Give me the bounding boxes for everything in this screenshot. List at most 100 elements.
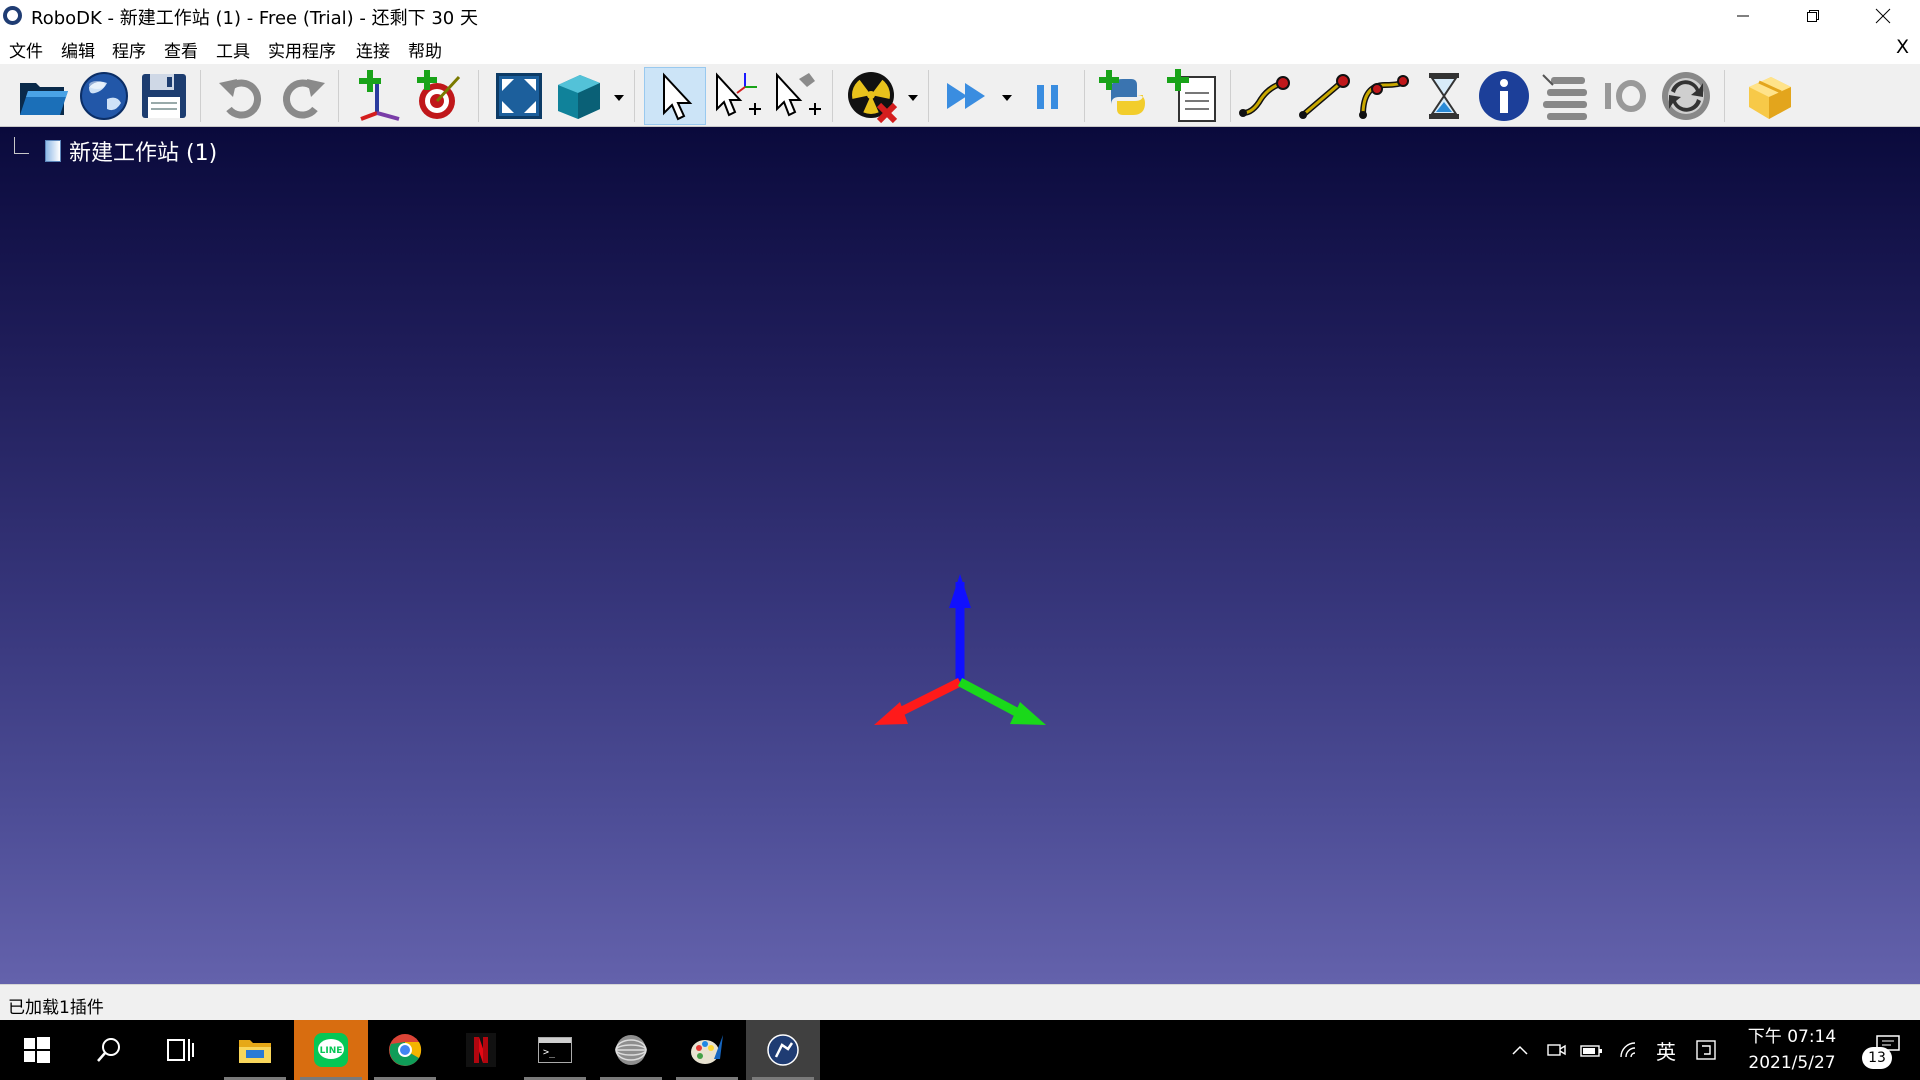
view-dropdown[interactable] — [612, 91, 626, 105]
add-python-program-icon — [1099, 70, 1145, 115]
add-target-icon — [417, 70, 461, 119]
station-tree-root[interactable]: 新建工作站 (1) — [14, 135, 217, 167]
paint-app-icon — [691, 1035, 723, 1064]
move-joint-instruction-button[interactable] — [1236, 68, 1292, 124]
undo-button[interactable] — [214, 68, 270, 124]
close-icon — [1875, 8, 1891, 24]
open-folder-icon — [20, 83, 68, 115]
line-app-icon: LINE — [314, 1033, 348, 1067]
minimize-button[interactable] — [1708, 0, 1778, 32]
fit-all-button[interactable] — [491, 68, 547, 124]
restore-icon — [1807, 10, 1819, 22]
add-target-button[interactable] — [412, 68, 468, 124]
show-hidden-icons-button[interactable] — [1506, 1020, 1534, 1080]
netflix-icon — [466, 1033, 496, 1067]
undo-icon — [219, 79, 262, 119]
taskbar-file-explorer[interactable] — [218, 1020, 292, 1080]
view-cube-button[interactable] — [551, 68, 607, 124]
close-station-button[interactable]: X — [1896, 36, 1909, 58]
menu-view[interactable]: 查看 — [164, 37, 198, 62]
add-python-program-button[interactable] — [1096, 68, 1152, 124]
taskbar-clock[interactable]: 下午 07:14 2021/5/27 — [1722, 1024, 1862, 1076]
move-linear-instruction-icon — [1299, 74, 1350, 119]
pause-instruction-button[interactable] — [1416, 68, 1472, 124]
terminal-icon: >_ — [538, 1037, 572, 1063]
chevron-up-icon — [1512, 1045, 1528, 1055]
menu-file[interactable]: 文件 — [9, 37, 43, 62]
add-reference-frame-icon — [359, 70, 400, 121]
show-message-button[interactable] — [1476, 68, 1532, 124]
menu-program[interactable]: 程序 — [112, 37, 146, 62]
move-tool-button[interactable] — [768, 68, 824, 124]
tray-wifi-button[interactable] — [1616, 1020, 1644, 1080]
taskbar-paint-app[interactable] — [670, 1020, 744, 1080]
collision-check-button[interactable] — [844, 68, 900, 124]
open-button[interactable] — [15, 68, 71, 124]
move-reference-frame-button[interactable] — [708, 68, 764, 124]
fast-simulation-button[interactable] — [940, 68, 996, 124]
taskbar-robodk[interactable] — [746, 1020, 820, 1080]
menu-edit[interactable]: 编辑 — [61, 37, 95, 62]
globe-icon — [80, 72, 128, 120]
file-explorer-icon — [239, 1040, 271, 1063]
menu-help[interactable]: 帮助 — [408, 37, 442, 62]
tray-ime-button[interactable] — [1692, 1020, 1720, 1080]
collision-check-icon — [848, 72, 898, 123]
ime-mode-icon — [1696, 1040, 1716, 1060]
pause-simulation-button[interactable] — [1020, 68, 1076, 124]
set-speed-button[interactable] — [1536, 68, 1592, 124]
reference-axes — [874, 574, 1046, 725]
restore-button[interactable] — [1778, 0, 1848, 32]
robodk-app-icon — [767, 1034, 799, 1066]
library-button[interactable] — [76, 68, 132, 124]
package-icon — [1749, 77, 1791, 119]
menu-connect[interactable]: 连接 — [356, 37, 390, 62]
package-button[interactable] — [1742, 68, 1798, 124]
close-button[interactable] — [1848, 0, 1918, 32]
move-joint-instruction-icon — [1239, 76, 1290, 117]
status-message: 已加载1插件 — [8, 998, 104, 1018]
save-button[interactable] — [136, 68, 192, 124]
window-title: RoboDK - 新建工作站 (1) - Free (Trial) - 还剩下 … — [31, 8, 478, 29]
task-view-button[interactable] — [144, 1020, 218, 1080]
tray-battery-button[interactable] — [1578, 1020, 1606, 1080]
add-program-icon — [1167, 69, 1216, 122]
task-view-icon — [167, 1039, 194, 1061]
menu-utilities[interactable]: 实用程序 — [268, 37, 336, 62]
pause-instruction-icon — [1429, 73, 1459, 119]
station-tree-label: 新建工作站 (1) — [69, 141, 218, 166]
simulation-speed-dropdown[interactable] — [1000, 91, 1014, 105]
tree-branch-line — [14, 136, 29, 154]
collision-dropdown[interactable] — [906, 91, 920, 105]
taskbar-sphere-app[interactable] — [594, 1020, 668, 1080]
move-circular-instruction-button[interactable] — [1356, 68, 1412, 124]
pause-icon — [1037, 85, 1058, 109]
minimize-icon — [1737, 15, 1749, 17]
taskbar-chrome[interactable] — [368, 1020, 442, 1080]
redo-button[interactable] — [274, 68, 330, 124]
taskbar-netflix[interactable] — [444, 1020, 518, 1080]
search-button[interactable] — [72, 1020, 146, 1080]
select-button[interactable] — [644, 67, 706, 125]
y-axis — [957, 678, 1023, 718]
start-button[interactable] — [0, 1020, 74, 1080]
clock-date: 2021/5/27 — [1748, 1053, 1836, 1073]
set-io-button[interactable] — [1596, 68, 1652, 124]
taskbar-line[interactable]: LINE — [294, 1020, 368, 1080]
add-program-button[interactable] — [1164, 68, 1220, 124]
input-language-button[interactable]: 英 — [1650, 1020, 1682, 1080]
program-call-button[interactable] — [1658, 68, 1714, 124]
set-speed-icon — [1542, 74, 1587, 120]
3d-viewport[interactable]: 新建工作站 (1) — [0, 127, 1920, 984]
robodk-app-icon — [3, 6, 22, 25]
add-reference-frame-button[interactable] — [350, 68, 406, 124]
menu-tools[interactable]: 工具 — [216, 37, 250, 62]
taskbar-terminal[interactable]: >_ — [518, 1020, 592, 1080]
move-reference-frame-icon — [716, 72, 761, 117]
search-icon — [97, 1038, 120, 1062]
svg-text:LINE: LINE — [320, 1046, 343, 1056]
tray-meet-button[interactable] — [1542, 1020, 1570, 1080]
fit-all-icon — [496, 73, 542, 119]
move-linear-instruction-button[interactable] — [1296, 68, 1352, 124]
io-icon — [1605, 80, 1646, 112]
